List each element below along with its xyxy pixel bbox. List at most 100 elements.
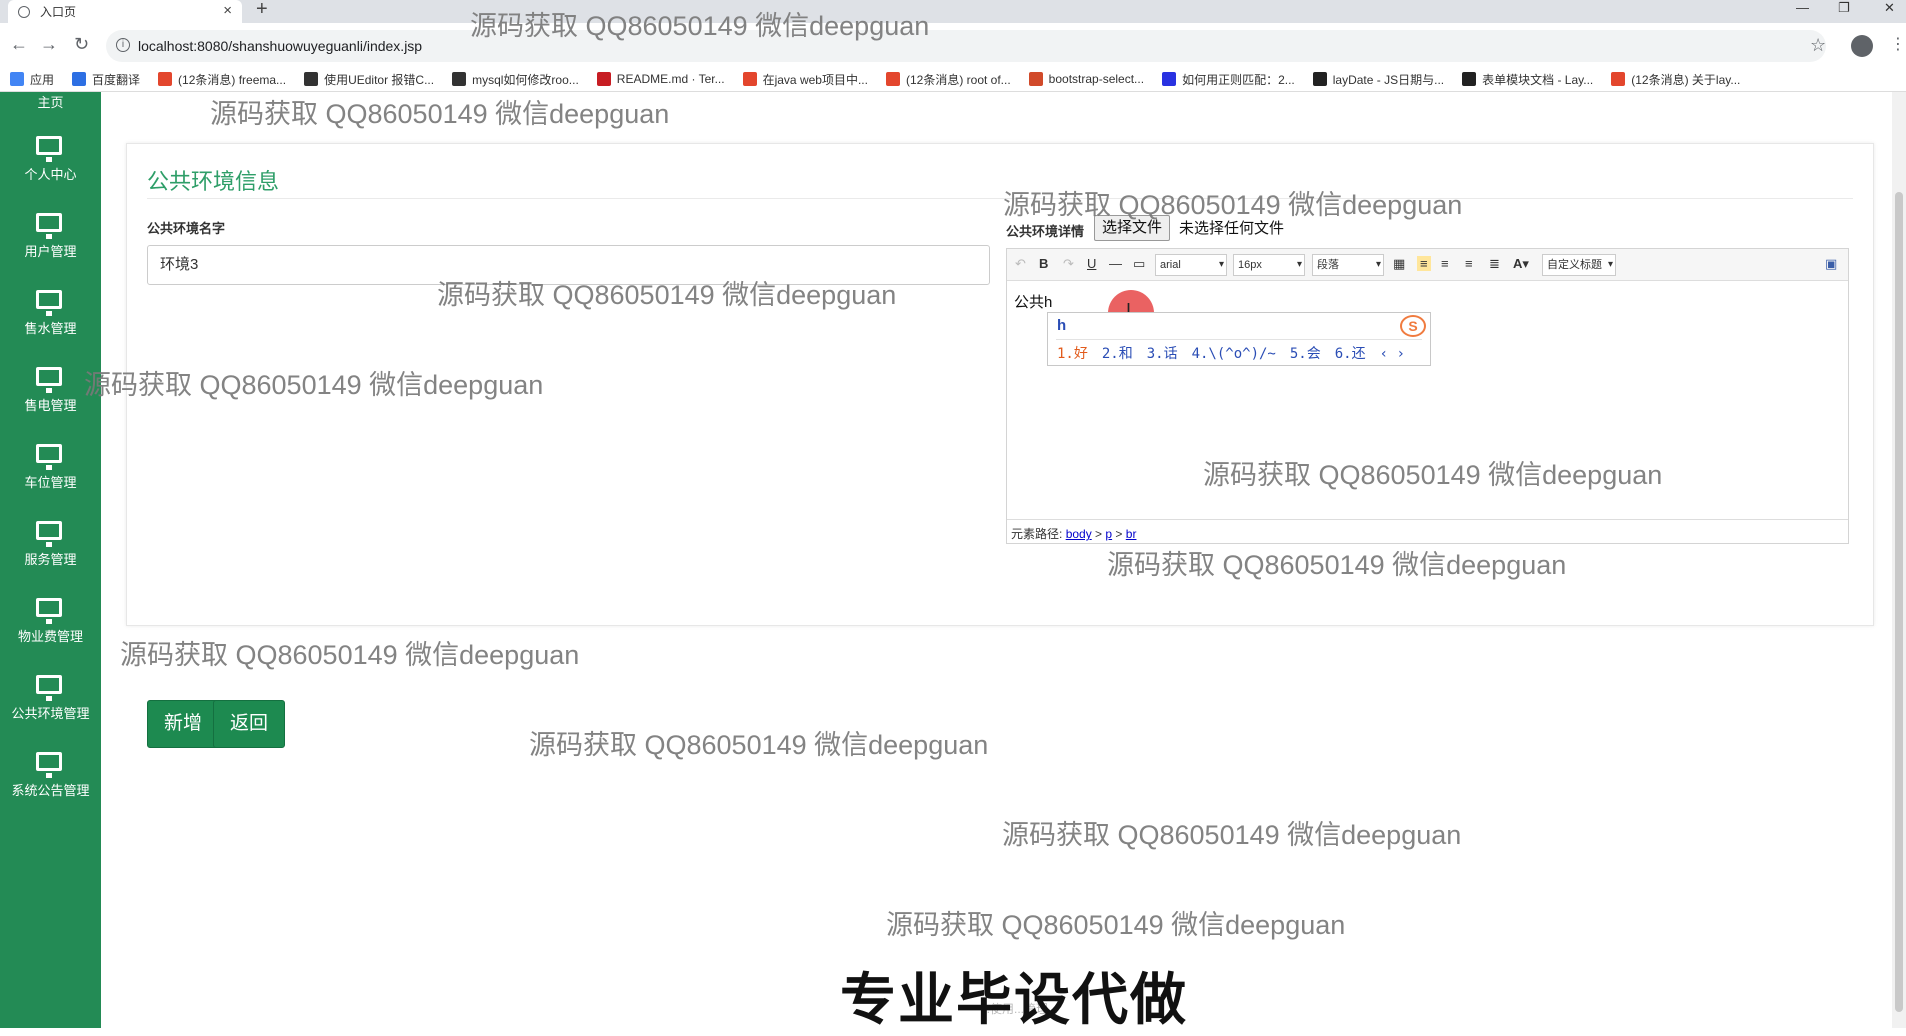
custom-title-select[interactable]: 自定义标题	[1542, 254, 1616, 276]
close-window-icon[interactable]: ✕	[1884, 0, 1895, 16]
name-label: 公共环境名字	[147, 221, 226, 236]
bookmark-item[interactable]: 百度翻译	[72, 71, 140, 88]
bookmark-item[interactable]: 应用	[10, 71, 54, 88]
menu-kebab-icon[interactable]: ⋮	[1890, 34, 1906, 54]
watermark: 源码获取 QQ86050149 微信deepguan	[1203, 460, 1663, 490]
bookmark-favicon-icon	[1028, 72, 1043, 86]
bookmark-item[interactable]: (12条消息) root of...	[885, 71, 1011, 88]
path-br-link[interactable]: br	[1126, 527, 1137, 541]
watermark: 源码获取 QQ86050149 微信deepguan	[886, 910, 1346, 940]
align-justify-icon[interactable]: ≣	[1489, 256, 1500, 272]
font-color-icon[interactable]: A▾	[1513, 256, 1529, 272]
monitor-icon	[36, 598, 62, 624]
sidebar-item[interactable]: 用户管理	[0, 207, 101, 279]
close-tab-icon[interactable]: ×	[223, 2, 232, 19]
bookmark-item[interactable]: 表单模块文档 - Lay...	[1462, 71, 1593, 88]
bookmark-item[interactable]: 使用UEditor 报错C...	[304, 71, 434, 88]
url-field[interactable]: i localhost:8080/shanshuowuyeguanli/inde…	[106, 30, 1826, 62]
align-left-icon[interactable]: ≡	[1417, 256, 1431, 271]
minimize-icon[interactable]: —	[1796, 0, 1809, 15]
globe-icon	[18, 5, 30, 18]
monitor-icon	[36, 444, 62, 470]
restore-icon[interactable]: ❐	[1838, 0, 1850, 16]
watermark: 源码获取 QQ86050149 微信deepguan	[529, 730, 989, 760]
ime-candidate[interactable]: 6.还	[1335, 346, 1366, 362]
watermark: 源码获取 QQ86050149 微信deepguan	[1107, 550, 1567, 580]
bookmark-item[interactable]: 在java web项目中...	[742, 71, 868, 88]
monitor-icon	[36, 675, 62, 701]
page-icon[interactable]: ▭	[1133, 256, 1145, 272]
redo-icon[interactable]: ↷	[1063, 256, 1074, 272]
account-avatar-icon[interactable]	[1851, 35, 1873, 57]
ime-candidate[interactable]: 3.话	[1147, 346, 1178, 362]
monitor-icon	[36, 136, 62, 162]
page-scrollbar[interactable]	[1892, 92, 1906, 1028]
underline-icon[interactable]: U	[1087, 256, 1096, 271]
monitor-icon	[36, 521, 62, 547]
forward-arrow-icon[interactable]: →	[40, 34, 58, 55]
sidebar-item[interactable]: 系统公告管理	[0, 746, 101, 818]
ime-candidate[interactable]: 1.好	[1057, 346, 1088, 362]
browser-tab[interactable]: 入口页 ×	[8, 0, 242, 23]
sidebar-item[interactable]: 车位管理	[0, 438, 101, 510]
sidebar-item[interactable]: 个人中心	[0, 130, 101, 202]
align-center-icon[interactable]: ≡	[1441, 256, 1449, 271]
bookmark-item[interactable]: mysql如何修改roo...	[452, 71, 579, 88]
bookmark-label: 应用	[30, 72, 55, 87]
bookmark-item[interactable]: layDate - JS日期与...	[1312, 71, 1445, 88]
paragraph-select[interactable]: 段落	[1312, 254, 1384, 276]
horizontal-rule-icon[interactable]: —	[1109, 256, 1122, 271]
bookmark-label: 如何用正则匹配：2...	[1182, 72, 1295, 87]
bookmark-label: 百度翻译	[92, 72, 141, 87]
sidebar-item[interactable]: 物业费管理	[0, 592, 101, 664]
bookmark-label: 使用UEditor 报错C...	[324, 72, 435, 87]
add-button[interactable]: 新增	[147, 700, 220, 748]
bold-icon[interactable]: B	[1039, 256, 1048, 271]
sidebar-item[interactable]: 公共环境管理	[0, 669, 101, 741]
watermark: 源码获取 QQ86050149 微信deepguan	[1002, 820, 1462, 850]
sidebar-item-home-partial[interactable]: 主页	[0, 92, 101, 111]
ime-divider	[1056, 339, 1422, 340]
font-size-select[interactable]: 16px	[1233, 254, 1305, 276]
monitor-icon	[36, 213, 62, 239]
sidebar-item[interactable]: 售水管理	[0, 284, 101, 356]
monitor-icon	[36, 367, 62, 393]
undo-icon[interactable]: ↶	[1015, 256, 1026, 272]
ime-candidate[interactable]: 2.和	[1102, 346, 1133, 362]
fullscreen-icon[interactable]: ▣	[1825, 256, 1837, 272]
ime-candidate-popup[interactable]: h S 1.好 2.和 3.话 4.\(^o^)/~ 5.会 6.还 ‹ ›	[1047, 312, 1431, 366]
bookmark-favicon-icon	[1462, 72, 1477, 86]
ime-candidate[interactable]: 4.\(^o^)/~	[1192, 346, 1276, 362]
sidebar-item-label: 服务管理	[24, 552, 77, 567]
ime-page-arrows-icon[interactable]: ‹ ›	[1380, 346, 1405, 362]
editor-content[interactable]: 公共h	[1014, 291, 1052, 312]
sidebar-item[interactable]: 服务管理	[0, 515, 101, 587]
table-icon[interactable]: ▦	[1393, 256, 1405, 272]
font-family-select[interactable]: arial	[1155, 254, 1227, 276]
bookmark-favicon-icon	[1312, 72, 1327, 86]
element-path-bar: 元素路径: body > p > br	[1007, 519, 1848, 543]
info-icon[interactable]: i	[116, 38, 130, 52]
path-body-link[interactable]: body	[1066, 527, 1092, 541]
path-p-link[interactable]: p	[1105, 527, 1112, 541]
back-arrow-icon[interactable]: ←	[10, 34, 28, 55]
back-button[interactable]: 返回	[213, 700, 286, 748]
bookmark-label: layDate - JS日期与...	[1332, 72, 1445, 87]
bookmark-label: 表单模块文档 - Lay...	[1482, 72, 1594, 87]
bookmark-item[interactable]: bootstrap-select...	[1028, 72, 1144, 86]
bookmark-favicon-icon	[452, 72, 467, 86]
sidebar-item-label: 物业费管理	[17, 629, 83, 644]
bookmark-item[interactable]: README.md · Ter...	[596, 72, 725, 86]
align-right-icon[interactable]: ≡	[1465, 256, 1473, 271]
scrollbar-thumb[interactable]	[1895, 192, 1903, 1012]
bookmark-star-icon[interactable]: ☆	[1810, 35, 1826, 56]
ime-candidate[interactable]: 5.会	[1290, 346, 1321, 362]
reload-icon[interactable]: ↻	[74, 34, 89, 55]
bookmark-label: (12条消息) freema...	[178, 72, 287, 87]
bookmark-favicon-icon	[72, 72, 87, 86]
new-tab-button[interactable]: +	[256, 0, 268, 21]
bookmark-item[interactable]: (12条消息) 关于lay...	[1611, 71, 1740, 88]
bookmark-item[interactable]: 如何用正则匹配：2...	[1162, 71, 1295, 88]
bookmark-item[interactable]: (12条消息) freema...	[158, 71, 286, 88]
bookmark-label: mysql如何修改roo...	[472, 72, 579, 87]
